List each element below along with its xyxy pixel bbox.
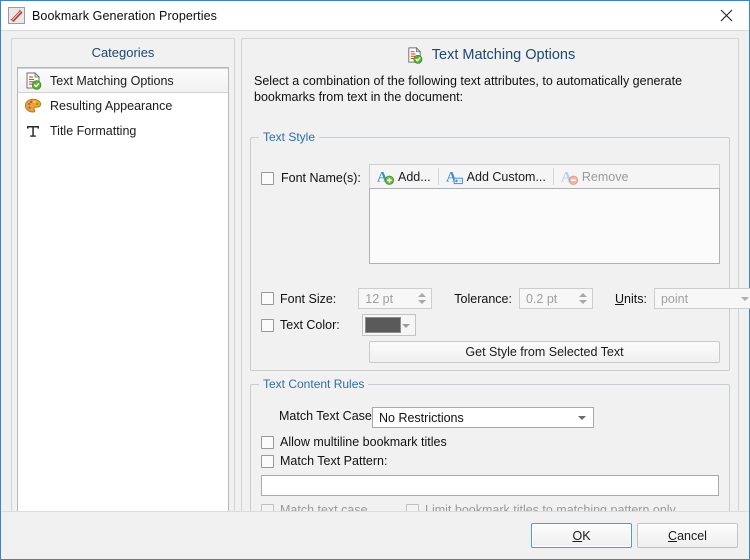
text-color-row: Text Color: (261, 314, 416, 336)
allow-multiline-label: Allow multiline bookmark titles (280, 435, 447, 449)
match-text-pattern-row[interactable]: Match Text Pattern: (261, 454, 387, 468)
categories-panel: Categories Text Matching Options Resulti… (11, 38, 235, 533)
font-size-value: 12 pt (365, 291, 394, 306)
match-text-case-select[interactable]: No Restrictions (372, 407, 594, 428)
stepper-down-icon[interactable] (578, 300, 587, 304)
chevron-down-icon (401, 324, 410, 328)
document-check-icon (405, 46, 424, 65)
cancel-suffix: ancel (677, 528, 707, 543)
match-text-pattern-checkbox[interactable] (261, 454, 274, 468)
sidebar-item-label: Title Formatting (50, 123, 137, 138)
text-color-picker[interactable] (361, 314, 416, 336)
text-style-group-label: Text Style (259, 130, 320, 144)
tolerance-value: 0.2 pt (525, 291, 558, 306)
text-color-label: Text Color: (280, 318, 340, 332)
stepper-arrows[interactable] (415, 290, 429, 307)
categories-list: Text Matching Options Resulting Appearan… (17, 67, 229, 527)
ok-button-label: OK (572, 529, 590, 543)
categories-header: Categories (91, 45, 155, 60)
dialog-body: Categories Text Matching Options Resulti… (1, 30, 750, 533)
add-custom-font-icon: A (446, 168, 463, 186)
page-title: Text Matching Options (431, 47, 576, 63)
font-names-list[interactable] (369, 188, 720, 264)
cancel-button-label: Cancel (668, 529, 707, 543)
text-content-rules-group-label: Text Content Rules (259, 377, 369, 391)
remove-font-button[interactable]: A Remove (554, 166, 636, 188)
sidebar-item-title-formatting[interactable]: Title Formatting (18, 118, 228, 143)
add-custom-font-button[interactable]: A Add Custom... (439, 166, 553, 188)
font-size-row: Font Size: 12 pt Tolerance: 0.2 pt Units… (261, 288, 750, 309)
remove-font-icon: A (561, 168, 578, 186)
app-pdf-icon (8, 7, 25, 24)
font-names-checkbox[interactable] (261, 171, 274, 185)
get-style-from-selected-text-button[interactable]: Get Style from Selected Text (369, 341, 720, 363)
chevron-down-icon (578, 416, 586, 420)
allow-multiline-checkbox[interactable] (261, 435, 274, 449)
tolerance-label: Tolerance: (454, 291, 512, 306)
stepper-down-icon[interactable] (418, 300, 427, 304)
cancel-button[interactable]: Cancel (637, 523, 738, 548)
add-font-button[interactable]: A Add... (370, 166, 438, 188)
add-custom-font-label: Add Custom... (466, 169, 546, 184)
dialog-footer: OK Cancel (1, 511, 749, 559)
text-style-group: Text Style Font Name(s): A Add... A Add … (250, 130, 750, 371)
tolerance-stepper[interactable]: 0.2 pt (518, 288, 593, 309)
close-icon[interactable] (703, 1, 749, 29)
match-text-case-row: Match Text Case: (279, 409, 375, 423)
ok-suffix: K (582, 528, 591, 543)
stepper-up-icon[interactable] (578, 293, 587, 297)
match-text-case-label: Match Text Case: (279, 409, 376, 423)
options-pane: Text Matching Options Select a combinati… (241, 38, 750, 533)
font-names-row: Font Name(s): (261, 171, 361, 185)
match-text-case-value: No Restrictions (379, 410, 464, 425)
stepper-arrows[interactable] (576, 290, 590, 307)
units-label: Units: (614, 291, 647, 306)
units-value: point (660, 291, 689, 306)
remove-font-label: Remove (581, 169, 629, 184)
palette-icon (23, 96, 43, 116)
ok-button[interactable]: OK (531, 523, 632, 548)
window-title: Bookmark Generation Properties (32, 8, 218, 23)
units-select[interactable]: point (653, 288, 750, 309)
color-swatch (364, 317, 401, 333)
sidebar-item-label: Resulting Appearance (50, 98, 173, 113)
pane-description: Select a combination of the following te… (254, 74, 683, 104)
cancel-accel: C (668, 528, 678, 543)
match-text-pattern-input[interactable] (261, 475, 719, 496)
font-size-stepper[interactable]: 12 pt (358, 288, 433, 309)
units-accel: U (614, 291, 624, 306)
document-check-icon (23, 71, 43, 91)
font-size-checkbox[interactable] (261, 292, 274, 305)
sidebar-item-resulting-appearance[interactable]: Resulting Appearance (18, 93, 228, 118)
stepper-up-icon[interactable] (418, 293, 427, 297)
chevron-down-icon (740, 297, 749, 301)
add-font-icon: A (377, 168, 394, 186)
font-names-label: Font Name(s): (281, 171, 361, 185)
font-names-toolbar: A Add... A Add Custom... A Remove (369, 164, 720, 188)
titlebar: Bookmark Generation Properties (1, 1, 749, 30)
ok-accel: O (572, 528, 583, 543)
pane-header: Text Matching Options (242, 39, 738, 71)
add-font-label: Add... (398, 169, 431, 184)
sidebar-item-text-matching-options[interactable]: Text Matching Options (18, 68, 228, 93)
font-size-label: Font Size: (280, 291, 337, 306)
text-color-checkbox[interactable] (261, 318, 274, 332)
bookmark-generation-properties-dialog: Bookmark Generation Properties Categorie… (0, 0, 750, 560)
allow-multiline-row[interactable]: Allow multiline bookmark titles (261, 435, 447, 449)
sidebar-item-label: Text Matching Options (50, 73, 174, 88)
text-t-icon (23, 121, 43, 141)
match-text-pattern-label: Match Text Pattern: (280, 454, 388, 468)
